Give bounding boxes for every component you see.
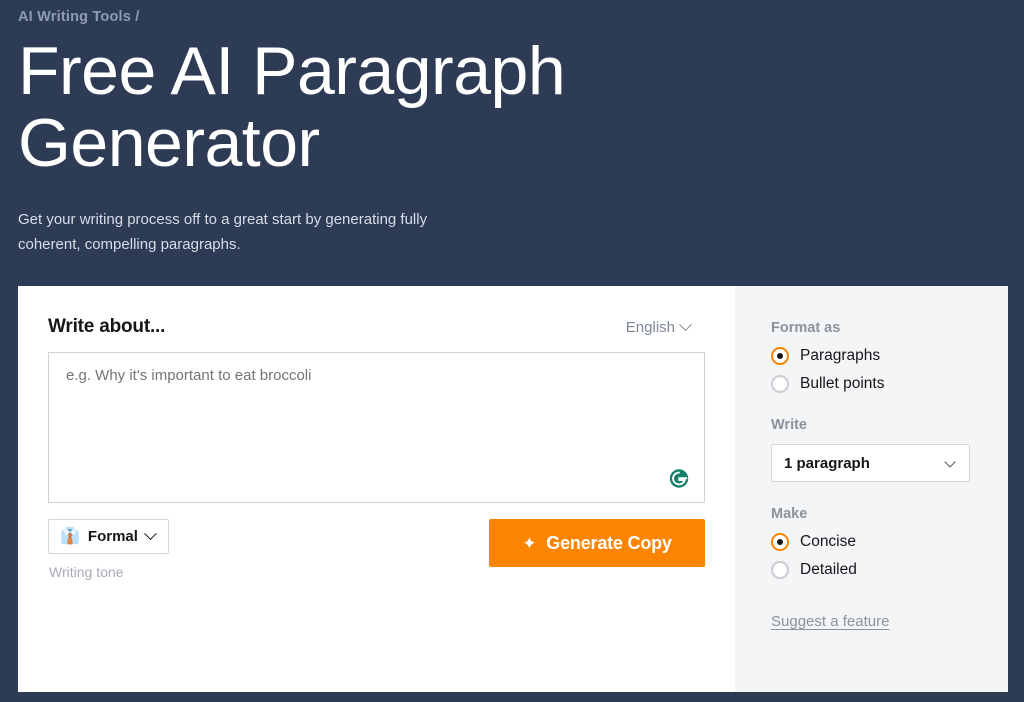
chevron-down-icon	[944, 456, 956, 468]
necktie-icon: 👔	[60, 527, 80, 545]
hero-section: AI Writing Tools / Free AI Paragraph Gen…	[18, 0, 1008, 257]
tone-control: 👔 Formal Writing tone	[48, 519, 169, 580]
radio-label: Bullet points	[800, 375, 885, 392]
write-about-input[interactable]	[49, 353, 704, 502]
write-about-label: Write about...	[48, 316, 166, 337]
radio-format-bullet-points[interactable]: Bullet points	[771, 375, 1008, 393]
page-root: AI Writing Tools / Free AI Paragraph Gen…	[0, 0, 1024, 702]
generator-card: Write about... English e.g. Why it's imp…	[18, 286, 1008, 692]
radio-icon-selected[interactable]	[771, 533, 789, 551]
radio-format-paragraphs[interactable]: Paragraphs	[771, 347, 1008, 365]
language-selector[interactable]: English	[625, 318, 692, 336]
editor-panel: Write about... English e.g. Why it's imp…	[18, 286, 735, 692]
editor-header: Write about... English	[48, 316, 705, 338]
radio-label: Detailed	[800, 561, 857, 578]
make-label: Make	[771, 506, 808, 522]
write-length-select[interactable]: 1 paragraph	[771, 444, 970, 482]
chevron-down-icon	[144, 527, 157, 541]
write-length-group: Write 1 paragraph	[771, 417, 1008, 482]
grammarly-icon[interactable]	[666, 466, 692, 492]
write-about-field[interactable]	[48, 352, 705, 503]
language-value: English	[625, 319, 675, 336]
radio-make-detailed[interactable]: Detailed	[771, 561, 1008, 579]
format-as-group: Format as Paragraphs Bullet points	[771, 320, 1008, 393]
writing-tone-value: Formal	[87, 528, 138, 545]
format-as-label: Format as	[771, 320, 841, 336]
radio-icon[interactable]	[771, 375, 789, 393]
sparkles-icon: ✦	[522, 533, 537, 553]
generate-copy-label: Generate Copy	[546, 532, 672, 553]
options-panel: Format as Paragraphs Bullet points Write…	[735, 286, 1008, 692]
generate-copy-button[interactable]: ✦ Generate Copy	[489, 519, 705, 567]
page-subtitle: Get your writing process off to a great …	[18, 211, 428, 253]
writing-tone-button[interactable]: 👔 Formal	[48, 519, 169, 554]
radio-make-concise[interactable]: Concise	[771, 533, 1008, 551]
make-group: Make Concise Detailed	[771, 506, 1008, 579]
breadcrumb[interactable]: AI Writing Tools /	[18, 0, 1008, 27]
radio-icon[interactable]	[771, 561, 789, 579]
radio-label: Concise	[800, 533, 856, 550]
suggest-a-feature-link[interactable]: Suggest a feature	[771, 613, 889, 630]
writing-tone-caption: Writing tone	[49, 564, 124, 580]
write-label: Write	[771, 417, 807, 433]
editor-actions: 👔 Formal Writing tone ✦ Generate Copy	[48, 519, 705, 580]
write-length-value: 1 paragraph	[784, 454, 870, 472]
radio-label: Paragraphs	[800, 347, 881, 364]
chevron-down-icon	[679, 318, 692, 332]
radio-icon-selected[interactable]	[771, 347, 789, 365]
page-title: Free AI Paragraph Generator	[18, 33, 566, 181]
